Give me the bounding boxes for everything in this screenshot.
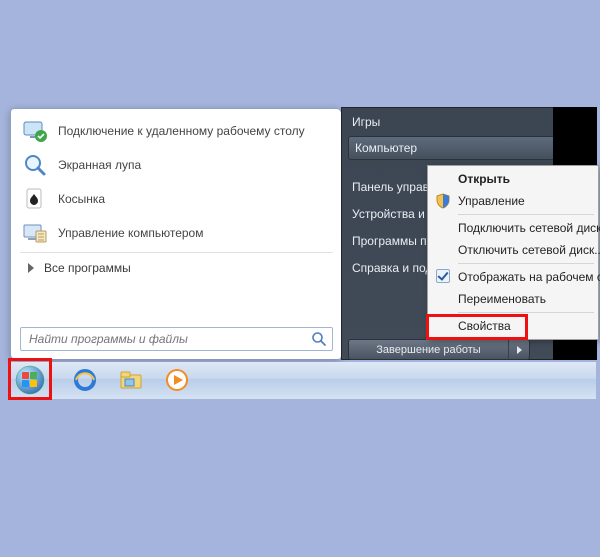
ctx-properties[interactable]: Свойства xyxy=(430,315,596,337)
separator xyxy=(458,312,594,313)
context-menu: Открыть Управление Подключить сетевой ди… xyxy=(427,165,599,340)
magnifier-icon xyxy=(22,152,48,178)
ctx-label: Переименовать xyxy=(458,292,546,306)
program-label: Подключение к удаленному рабочему столу xyxy=(58,124,331,138)
media-player-icon xyxy=(164,367,190,393)
chevron-right-icon xyxy=(517,346,522,354)
start-menu: Подключение к удаленному рабочему столу … xyxy=(10,108,341,359)
ctx-label: Подключить сетевой диск... xyxy=(458,221,600,235)
program-item-computer-mgmt[interactable]: Управление компьютером xyxy=(16,216,337,250)
program-label: Косынка xyxy=(58,192,331,206)
chevron-right-icon xyxy=(28,263,34,273)
explorer-icon xyxy=(118,367,144,393)
shield-icon xyxy=(435,193,451,209)
program-item-solitaire[interactable]: Косынка xyxy=(16,182,337,216)
separator xyxy=(458,214,594,215)
taskbar-explorer[interactable] xyxy=(112,364,150,396)
ctx-label: Отображать на рабочем столе xyxy=(458,270,600,284)
ctx-label: Отключить сетевой диск... xyxy=(458,243,600,257)
program-label: Управление компьютером xyxy=(58,226,331,240)
shutdown-label: Завершение работы xyxy=(376,344,480,356)
check-icon xyxy=(436,269,450,283)
remote-desktop-icon xyxy=(22,118,48,144)
separator xyxy=(458,263,594,264)
program-item-magnifier[interactable]: Экранная лупа xyxy=(16,148,337,182)
right-item-label: Игры xyxy=(352,115,380,129)
ctx-rename[interactable]: Переименовать xyxy=(430,288,596,310)
ctx-label: Свойства xyxy=(458,319,511,333)
all-programs-label: Все программы xyxy=(44,261,131,275)
ctx-disconnect-drive[interactable]: Отключить сетевой диск... xyxy=(430,239,596,261)
search-wrap xyxy=(20,327,333,351)
start-menu-left-pane: Подключение к удаленному рабочему столу … xyxy=(12,110,341,359)
all-programs[interactable]: Все программы xyxy=(12,255,341,283)
taskbar-ie[interactable] xyxy=(66,364,104,396)
program-item-remote-desktop[interactable]: Подключение к удаленному рабочему столу xyxy=(16,114,337,148)
shutdown-split-button[interactable]: Завершение работы xyxy=(348,339,530,360)
right-item-label: Компьютер xyxy=(355,141,417,155)
start-orb-icon xyxy=(15,365,45,395)
ctx-manage[interactable]: Управление xyxy=(430,190,596,212)
ctx-label: Открыть xyxy=(458,172,510,186)
taskbar-media-player[interactable] xyxy=(158,364,196,396)
shutdown-arrow[interactable] xyxy=(509,340,529,359)
solitaire-icon xyxy=(22,186,48,212)
search-input[interactable] xyxy=(20,327,333,351)
ctx-label: Управление xyxy=(458,194,525,208)
search-icon xyxy=(311,331,327,347)
computer-mgmt-icon xyxy=(22,220,48,246)
program-list: Подключение к удаленному рабочему столу … xyxy=(12,110,341,250)
ctx-show-desktop[interactable]: Отображать на рабочем столе xyxy=(430,266,596,288)
program-label: Экранная лупа xyxy=(58,158,331,172)
taskbar xyxy=(8,362,596,399)
separator xyxy=(20,252,333,253)
shutdown-button[interactable]: Завершение работы xyxy=(349,340,509,359)
ctx-map-drive[interactable]: Подключить сетевой диск... xyxy=(430,217,596,239)
start-button[interactable] xyxy=(11,364,49,396)
ie-icon xyxy=(72,367,98,393)
ctx-open[interactable]: Открыть xyxy=(430,168,596,190)
